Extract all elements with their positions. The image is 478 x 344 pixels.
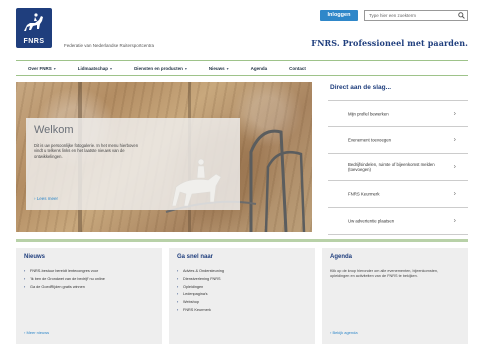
site-slogan: FNRS. Professioneel met paarden. xyxy=(311,38,468,48)
nav-item-contact[interactable]: Contact xyxy=(289,66,306,71)
search-icon[interactable] xyxy=(458,12,465,19)
chevron-right-icon: › xyxy=(453,110,456,117)
quick-links-title: Ga snel naar xyxy=(177,254,214,260)
quick-link-item[interactable]: Dienstverlening FNRS xyxy=(177,277,307,282)
quick-action-profiel[interactable]: Mijn profiel bewerken › xyxy=(328,100,468,127)
search-input[interactable]: Type hier een zoekterm xyxy=(364,10,468,21)
news-column: Nieuws FNRS-bestuur bereidt lentecongres… xyxy=(16,248,162,344)
welcome-read-more-link[interactable]: › Lees meer xyxy=(34,196,58,201)
quick-actions-list: Mijn profiel bewerken › Evenement toevoe… xyxy=(328,100,468,235)
quick-action-advertentie[interactable]: Uw advertentie plaatsen › xyxy=(328,208,468,235)
quick-action-bedrijf[interactable]: Bedrijfsindelen, ruimte of bijeenkomst m… xyxy=(328,154,468,181)
chevron-down-icon: ▾ xyxy=(184,65,187,71)
more-news-link[interactable]: › Meer nieuws xyxy=(24,330,49,335)
nav-item-diensten[interactable]: Diensten en producten ▾ xyxy=(134,66,187,71)
welcome-text: Dit is uw persoonlijke fotogalerie. In h… xyxy=(34,143,139,159)
chevron-down-icon: ▾ xyxy=(110,65,113,71)
horse-rider-icon xyxy=(24,13,43,31)
login-button[interactable]: Inloggen xyxy=(320,10,358,21)
quick-link-item[interactable]: Webshop xyxy=(177,300,307,305)
quick-action-keurmerk[interactable]: FNRS Keurmerk › xyxy=(328,181,468,208)
quick-link-item[interactable]: FNRS Keurmerk xyxy=(177,308,307,313)
fnrs-logo[interactable]: FNRS xyxy=(16,8,52,48)
quick-link-item[interactable]: Ledenpagina's xyxy=(177,292,307,297)
view-agenda-link[interactable]: › Bekijk agenda xyxy=(330,330,358,335)
quick-link-item[interactable]: Opleidingen xyxy=(177,285,307,290)
chevron-down-icon: ▾ xyxy=(226,65,229,71)
news-title: Nieuws xyxy=(24,254,46,260)
news-list: FNRS-bestuur bereidt lentecongres voor '… xyxy=(24,269,154,292)
chevron-right-icon: › xyxy=(453,217,456,225)
news-item[interactable]: Ga de GoedRijden gratis winnen xyxy=(24,285,154,290)
section-divider xyxy=(16,239,468,242)
welcome-overlay: Welkom Dit is uw persoonlijke fotogaleri… xyxy=(26,118,240,210)
logo-text: FNRS xyxy=(23,38,45,45)
quick-action-evenement[interactable]: Evenement toevoegen › xyxy=(328,127,468,154)
search-placeholder: Type hier een zoekterm xyxy=(369,13,417,18)
chevron-right-icon: › xyxy=(453,136,456,144)
nav-item-nieuws[interactable]: Nieuws ▾ xyxy=(209,66,229,71)
agenda-column: Agenda Klik op de knop hieronder om alle… xyxy=(322,248,468,344)
news-item[interactable]: FNRS-bestuur bereidt lentecongres voor xyxy=(24,269,154,274)
nav-item-agenda[interactable]: Agenda xyxy=(251,66,268,71)
quick-links-list: Advies & Ondersteuning Dienstverlening F… xyxy=(177,269,307,316)
news-item[interactable]: 'Ik ben de Grondwet van de bedrijf' nu o… xyxy=(24,277,154,282)
quick-links-column: Ga snel naar Advies & Ondersteuning Dien… xyxy=(169,248,315,344)
chevron-right-icon: › xyxy=(453,163,456,171)
page: FNRS Federatie van Nederlandse Ruiterspo… xyxy=(0,0,478,344)
welcome-title: Welkom xyxy=(34,124,74,136)
chevron-down-icon: ▾ xyxy=(53,65,56,71)
agenda-text: Klik op de knop hieronder om alle evenem… xyxy=(330,269,439,279)
main-nav: Over FNRS ▾ Lidmaatschap ▾ Diensten en pro… xyxy=(16,60,468,76)
nav-item-lidmaatschap[interactable]: Lidmaatschap ▾ xyxy=(78,66,112,71)
quick-link-item[interactable]: Advies & Ondersteuning xyxy=(177,269,307,274)
nav-item-over-fnrs[interactable]: Over FNRS ▾ xyxy=(28,66,56,71)
chevron-right-icon: › xyxy=(453,190,456,198)
agenda-title: Agenda xyxy=(330,254,353,260)
direct-title: Direct aan de slag... xyxy=(330,84,392,91)
tagline: Federatie van Nederlandse Ruitersportcen… xyxy=(64,43,155,48)
